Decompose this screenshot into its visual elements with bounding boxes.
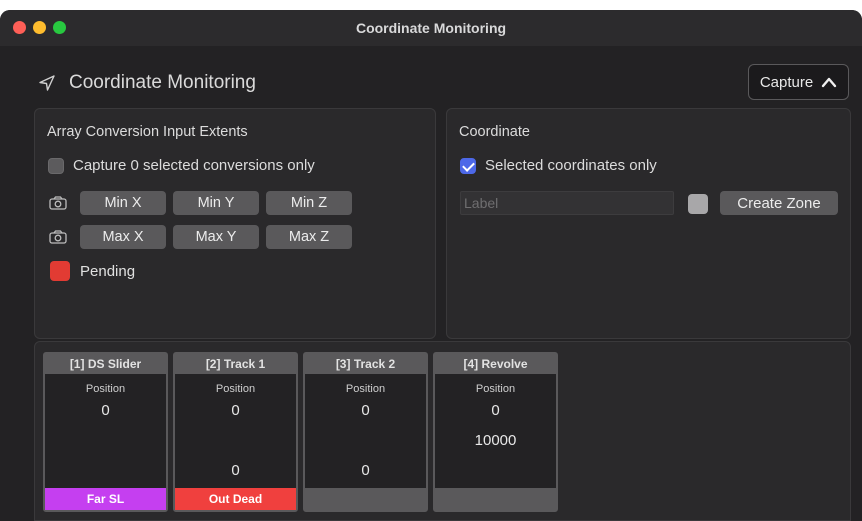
zone-color-swatch[interactable] — [688, 194, 708, 214]
chevron-up-icon — [821, 77, 837, 88]
track-status-badge: Out Dead — [175, 488, 296, 510]
camera-icon[interactable] — [47, 194, 69, 212]
track-bottom-value: 0 — [361, 462, 370, 479]
min-x-button[interactable]: Min X — [80, 191, 166, 215]
track-position-label: Position — [215, 383, 256, 395]
capture-selected-label: Capture 0 selected conversions only — [73, 157, 315, 174]
track-card[interactable]: [1] DS Slider Position 0 Far SL — [43, 352, 168, 512]
location-arrow-icon — [39, 75, 55, 91]
track-name: [1] DS Slider — [45, 354, 166, 374]
create-zone-button[interactable]: Create Zone — [720, 191, 838, 215]
window-title: Coordinate Monitoring — [355, 20, 507, 36]
track-status-badge — [305, 488, 426, 510]
zone-label-input[interactable] — [460, 191, 674, 215]
track-name: [4] Revolve — [435, 354, 556, 374]
track-position-label: Position — [345, 383, 386, 395]
coordinate-panel: Coordinate Selected coordinates only Cre… — [446, 108, 851, 339]
capture-button-label: Capture — [759, 73, 814, 91]
max-extent-row: Max X Max Y Max Z — [47, 225, 359, 249]
selected-only-label: Selected coordinates only — [485, 157, 657, 174]
min-z-button[interactable]: Min Z — [266, 191, 352, 215]
track-bottom-value: 0 — [231, 462, 240, 479]
page-title: Coordinate Monitoring — [69, 72, 256, 93]
status-indicator — [50, 261, 70, 281]
tracks-panel: [1] DS Slider Position 0 Far SL [2] Trac… — [34, 341, 851, 521]
selected-only-checkbox[interactable] — [460, 157, 476, 174]
track-status-badge: Far SL — [45, 488, 166, 510]
track-position-value: 0 — [231, 402, 240, 419]
status-label: Pending — [80, 262, 136, 280]
capture-toggle-button[interactable]: Capture — [748, 64, 849, 100]
camera-icon[interactable] — [47, 228, 69, 246]
track-secondary-value: 10000 — [474, 432, 517, 449]
extents-panel-title: Array Conversion Input Extents — [47, 124, 248, 140]
track-card[interactable]: [4] Revolve Position 0 10000 — [433, 352, 558, 512]
track-card[interactable]: [2] Track 1 Position 0 0 Out Dead — [173, 352, 298, 512]
min-extent-row: Min X Min Y Min Z — [47, 191, 359, 215]
track-position-value: 0 — [361, 402, 370, 419]
capture-selected-checkbox[interactable] — [48, 157, 64, 174]
app-window: Coordinate Monitoring Coordinate Monitor… — [0, 10, 862, 521]
min-y-button[interactable]: Min Y — [173, 191, 259, 215]
capture-selected-row[interactable]: Capture 0 selected conversions only — [48, 157, 315, 174]
track-position-value: 0 — [101, 402, 110, 419]
selected-only-row[interactable]: Selected coordinates only — [460, 157, 657, 174]
max-x-button[interactable]: Max X — [80, 225, 166, 249]
pending-status: Pending — [50, 261, 135, 281]
track-position-value: 0 — [491, 402, 500, 419]
track-name: [2] Track 1 — [175, 354, 296, 374]
max-z-button[interactable]: Max Z — [266, 225, 352, 249]
track-name: [3] Track 2 — [305, 354, 426, 374]
title-bar: Coordinate Monitoring — [0, 10, 862, 46]
coordinate-panel-title: Coordinate — [459, 124, 530, 140]
extents-panel: Array Conversion Input Extents Capture 0… — [34, 108, 436, 339]
track-status-badge — [435, 488, 556, 510]
track-position-label: Position — [475, 383, 516, 395]
track-position-label: Position — [85, 383, 126, 395]
track-card[interactable]: [3] Track 2 Position 0 0 — [303, 352, 428, 512]
max-y-button[interactable]: Max Y — [173, 225, 259, 249]
